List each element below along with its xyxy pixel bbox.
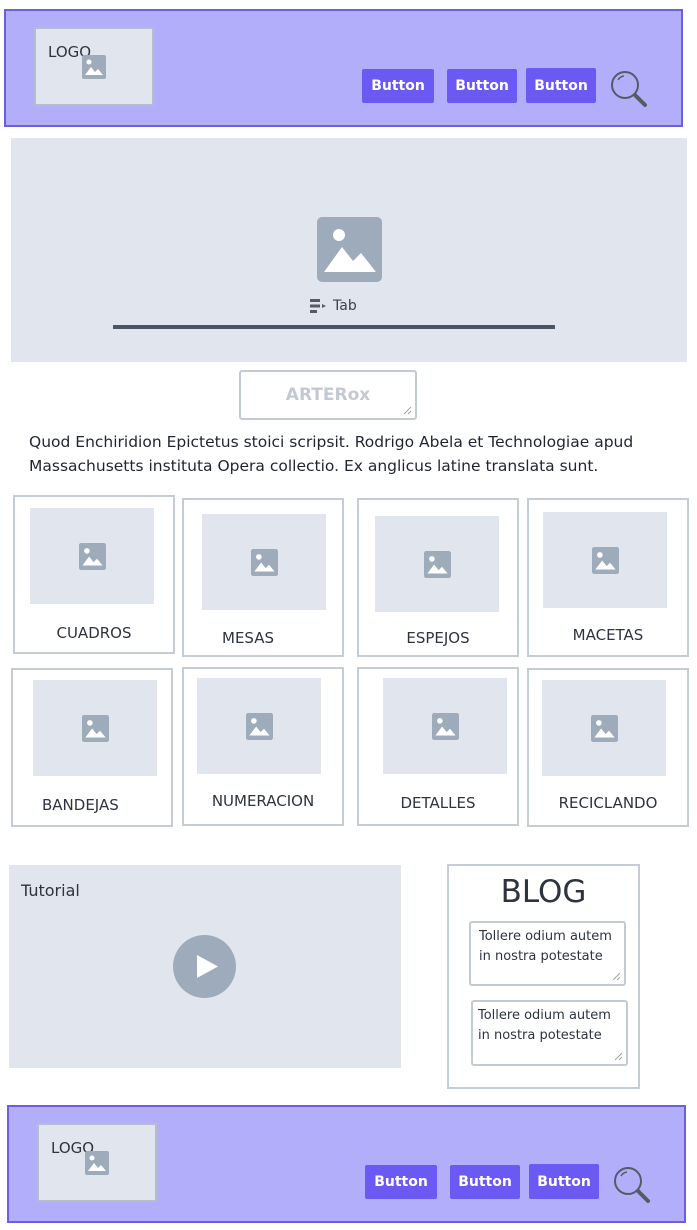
resize-grip-icon[interactable] <box>403 406 412 415</box>
video-player[interactable]: Tutorial <box>9 865 401 1068</box>
category-card-mesas[interactable]: MESAS <box>182 498 344 657</box>
video-title: Tutorial <box>21 881 80 900</box>
footer-button-3[interactable]: Button <box>529 1164 599 1199</box>
category-image <box>375 516 499 612</box>
category-image <box>33 680 157 776</box>
resize-grip-icon[interactable] <box>612 972 621 981</box>
image-icon <box>85 1151 109 1175</box>
tab[interactable]: Tab <box>309 298 357 314</box>
nav-button-3[interactable]: Button <box>526 68 596 103</box>
footer-button-1[interactable]: Button <box>365 1165 437 1199</box>
category-label: CUADROS <box>56 624 132 642</box>
image-icon <box>431 712 459 740</box>
footer-bar: LOGO Button Button Button <box>7 1105 686 1223</box>
category-label: ESPEJOS <box>406 629 470 647</box>
category-label: DETALLES <box>400 794 476 812</box>
search-icon[interactable] <box>612 1165 652 1205</box>
category-image <box>202 514 326 610</box>
brand-name-value: ARTERox <box>285 385 371 405</box>
image-icon <box>78 542 106 570</box>
image-icon <box>423 550 451 578</box>
category-image <box>30 508 154 604</box>
blog-post-text: Tollere odium autem in nostra potestate <box>478 1008 611 1043</box>
logo[interactable]: LOGO <box>34 27 154 106</box>
blog-panel: BLOG Tollere odium autem in nostra potes… <box>447 864 640 1089</box>
category-card-espejos[interactable]: ESPEJOS <box>357 498 519 657</box>
category-label: RECICLANDO <box>558 794 658 812</box>
blog-post-text: Tollere odium autem in nostra potestate <box>479 929 612 964</box>
category-card-macetas[interactable]: MACETAS <box>527 498 689 657</box>
image-icon <box>591 546 619 574</box>
category-image <box>542 680 666 776</box>
category-card-numeracion[interactable]: NUMERACION <box>182 667 344 826</box>
tab-label: Tab <box>333 298 357 314</box>
logo[interactable]: LOGO <box>37 1123 157 1202</box>
play-icon[interactable] <box>173 935 236 998</box>
category-image <box>383 678 507 774</box>
resize-grip-icon[interactable] <box>614 1052 623 1061</box>
intro-paragraph: Quod Enchiridion Epictetus stoici scrips… <box>29 433 634 475</box>
category-label: BANDEJAS <box>42 796 119 814</box>
image-icon <box>317 217 382 282</box>
blog-post-1[interactable]: Tollere odium autem in nostra potestate <box>469 921 626 986</box>
category-label: NUMERACION <box>211 792 315 810</box>
category-image <box>543 512 667 608</box>
nav-button-2[interactable]: Button <box>447 69 517 103</box>
category-card-cuadros[interactable]: CUADROS <box>13 495 175 654</box>
category-image <box>197 678 321 774</box>
image-icon <box>590 714 618 742</box>
category-card-detalles[interactable]: DETALLES <box>357 667 519 826</box>
blog-title: BLOG <box>500 874 587 910</box>
category-card-reciclando[interactable]: RECICLANDO <box>527 668 689 827</box>
image-icon <box>250 548 278 576</box>
tab-underline <box>113 325 555 329</box>
brand-name-field[interactable]: ARTERox <box>239 370 417 420</box>
category-label: MESAS <box>222 629 275 647</box>
image-icon <box>245 712 273 740</box>
header-bar: LOGO Button Button Button <box>4 9 683 127</box>
category-card-bandejas[interactable]: BANDEJAS <box>11 668 173 827</box>
search-icon[interactable] <box>609 69 649 109</box>
footer-button-2[interactable]: Button <box>450 1165 520 1199</box>
nav-button-1[interactable]: Button <box>362 69 434 103</box>
image-icon <box>82 55 106 79</box>
tab-icon <box>310 299 326 313</box>
image-icon <box>81 714 109 742</box>
blog-post-2[interactable]: Tollere odium autem in nostra potestate <box>471 1000 628 1066</box>
hero-banner: Tab <box>11 138 687 362</box>
category-label: MACETAS <box>572 626 644 644</box>
